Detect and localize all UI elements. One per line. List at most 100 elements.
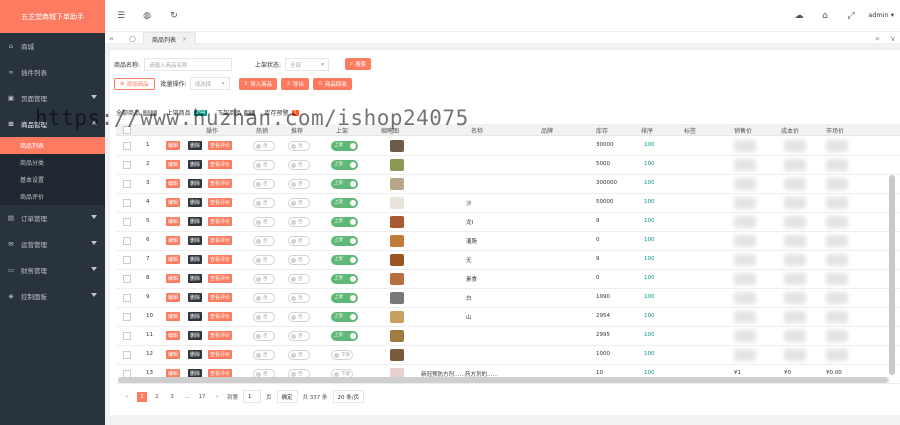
row-checkbox[interactable] <box>123 275 131 283</box>
shelf-toggle[interactable]: 上架 <box>331 160 358 170</box>
recommend-toggle[interactable]: 否 <box>288 179 310 189</box>
sidebar-item-5[interactable]: ✉ 运营管理 <box>0 231 105 257</box>
recommend-toggle[interactable]: 否 <box>288 255 310 265</box>
scrollbar-thumb[interactable] <box>118 377 888 383</box>
recommend-toggle[interactable]: 否 <box>288 293 310 303</box>
theme-icon[interactable]: ☁ <box>793 10 805 22</box>
delete-button[interactable]: 删除 <box>188 141 203 150</box>
hot-toggle[interactable]: 否 <box>253 217 275 227</box>
sidebar-item-6[interactable]: ▭ 财务管理 <box>0 257 105 283</box>
shelf-toggle[interactable]: 上架 <box>331 236 358 246</box>
prev-page-icon[interactable]: ‹ <box>122 392 132 402</box>
goto-confirm-button[interactable]: 确定 <box>276 390 298 403</box>
horizontal-scrollbar[interactable] <box>118 377 890 383</box>
row-checkbox[interactable] <box>123 256 131 264</box>
shelf-toggle[interactable]: 下架 <box>331 350 353 360</box>
page-17[interactable]: 17 <box>197 392 207 402</box>
row-checkbox[interactable] <box>123 294 131 302</box>
review-button[interactable]: 查看评价 <box>208 198 233 207</box>
review-button[interactable]: 查看评价 <box>208 160 233 169</box>
edit-button[interactable]: 编辑 <box>166 331 181 340</box>
edit-button[interactable]: 编辑 <box>166 179 181 188</box>
sidebar-subitem-1[interactable]: 商品分类 <box>0 154 105 171</box>
edit-button[interactable]: 编辑 <box>166 312 181 321</box>
user-menu[interactable]: admin ▾ <box>868 11 894 19</box>
tag-icon[interactable]: ⌂ <box>819 10 831 22</box>
recommend-toggle[interactable]: 否 <box>288 141 310 151</box>
sidebar-item-4[interactable]: ▤ 订单管理 <box>0 205 105 231</box>
row-checkbox[interactable] <box>123 161 131 169</box>
import-button[interactable]: ⇪ 导入商品 <box>238 77 278 90</box>
edit-button[interactable]: 编辑 <box>166 350 181 359</box>
recommend-toggle[interactable]: 否 <box>288 198 310 208</box>
review-button[interactable]: 查看评价 <box>208 331 233 340</box>
name-filter-input[interactable]: 请输入商品名称 <box>144 58 233 71</box>
hot-toggle[interactable]: 否 <box>253 331 275 341</box>
review-button[interactable]: 查看评价 <box>208 255 233 264</box>
row-checkbox[interactable] <box>123 199 131 207</box>
tabs-prev-icon[interactable]: « <box>109 32 114 44</box>
goto-page-input[interactable]: 1 <box>243 390 262 403</box>
hot-toggle[interactable]: 否 <box>253 160 275 170</box>
edit-button[interactable]: 编辑 <box>166 217 181 226</box>
review-button[interactable]: 查看评价 <box>208 141 233 150</box>
recommend-toggle[interactable]: 否 <box>288 312 310 322</box>
export-button[interactable]: ⇩ 导出 <box>281 77 309 90</box>
menu-toggle-icon[interactable]: ☰ <box>115 10 127 22</box>
sidebar-subitem-2[interactable]: 基本设置 <box>0 171 105 188</box>
review-button[interactable]: 查看评价 <box>208 236 233 245</box>
shelf-toggle[interactable]: 上架 <box>331 179 358 189</box>
edit-button[interactable]: 编辑 <box>166 274 181 283</box>
globe-icon[interactable]: ◍ <box>141 10 153 22</box>
review-button[interactable]: 查看评价 <box>208 217 233 226</box>
review-button[interactable]: 查看评价 <box>208 350 233 359</box>
sidebar-subitem-3[interactable]: 商品评价 <box>0 188 105 205</box>
shelf-toggle[interactable]: 上架 <box>331 255 358 265</box>
tabs-menu-icon[interactable]: ∨ <box>890 32 896 44</box>
per-page-select[interactable]: 20 条/页 <box>332 390 365 403</box>
row-checkbox[interactable] <box>123 218 131 226</box>
shelf-toggle[interactable]: 上架 <box>331 198 358 208</box>
shelf-toggle[interactable]: 上架 <box>331 293 358 303</box>
page-1[interactable]: 1 <box>137 391 147 402</box>
page-3[interactable]: 3 <box>167 392 177 402</box>
edit-button[interactable]: 编辑 <box>166 255 181 264</box>
shelf-toggle[interactable]: 上架 <box>331 331 358 341</box>
sidebar-item-7[interactable]: ◈ 控制面板 <box>0 283 105 309</box>
tab-goods-list[interactable]: 商品列表 × <box>143 32 197 45</box>
review-button[interactable]: 查看评价 <box>208 312 233 321</box>
batch-select[interactable]: 请选择 ▾ <box>189 77 230 90</box>
recommend-toggle[interactable]: 否 <box>288 217 310 227</box>
add-goods-button[interactable]: ⊕ 添加商品 <box>114 77 155 90</box>
delete-button[interactable]: 删除 <box>188 217 203 226</box>
search-button[interactable]: ⌕ 搜索 <box>345 58 372 70</box>
edit-button[interactable]: 编辑 <box>166 236 181 245</box>
delete-button[interactable]: 删除 <box>188 350 203 359</box>
recommend-toggle[interactable]: 否 <box>288 236 310 246</box>
hot-toggle[interactable]: 否 <box>253 293 275 303</box>
review-button[interactable]: 查看评价 <box>208 274 233 283</box>
delete-button[interactable]: 删除 <box>188 331 203 340</box>
hot-toggle[interactable]: 否 <box>253 350 275 360</box>
app-logo[interactable]: 五芝堂商城下单助手 <box>0 0 105 33</box>
home-tab-icon[interactable]: ○ <box>129 32 136 44</box>
recommend-toggle[interactable]: 否 <box>288 160 310 170</box>
delete-button[interactable]: 删除 <box>188 179 203 188</box>
delete-button[interactable]: 删除 <box>188 236 203 245</box>
recommend-toggle[interactable]: 否 <box>288 331 310 341</box>
shelf-toggle[interactable]: 上架 <box>331 274 358 284</box>
shelf-toggle[interactable]: 上架 <box>331 141 358 151</box>
row-checkbox[interactable] <box>123 180 131 188</box>
edit-button[interactable]: 编辑 <box>166 141 181 150</box>
hot-toggle[interactable]: 否 <box>253 141 275 151</box>
fullscreen-icon[interactable]: ⤢ <box>845 10 857 22</box>
delete-button[interactable]: 删除 <box>188 255 203 264</box>
vertical-scrollbar[interactable] <box>889 175 895 375</box>
row-checkbox[interactable] <box>123 313 131 321</box>
hot-toggle[interactable]: 否 <box>253 312 275 322</box>
delete-button[interactable]: 删除 <box>188 293 203 302</box>
recycle-button[interactable]: ♲ 商品回收 <box>312 77 352 90</box>
hot-toggle[interactable]: 否 <box>253 274 275 284</box>
status-filter-select[interactable]: 全部 ▾ <box>285 58 330 71</box>
row-checkbox[interactable] <box>123 351 131 359</box>
